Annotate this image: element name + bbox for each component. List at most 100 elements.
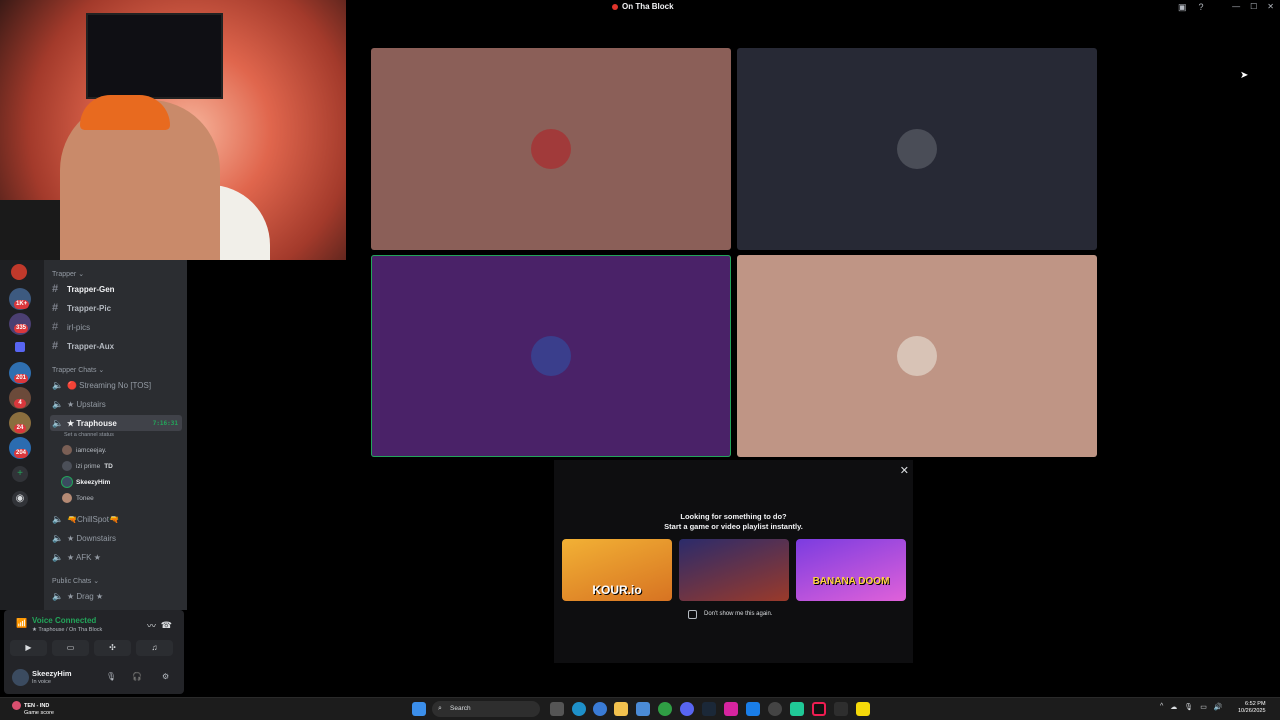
channel-label: Trapper-Gen	[67, 284, 115, 294]
app-icon[interactable]	[746, 702, 760, 716]
voice-user[interactable]: izi prime TD	[62, 459, 113, 473]
volume-icon[interactable]: 🔊	[1214, 703, 1223, 711]
voice-status[interactable]: Voice Connected	[32, 616, 96, 625]
voice-user[interactable]: iamceejay.	[62, 443, 107, 457]
close-window-button[interactable]: ✕	[1267, 2, 1274, 11]
category-label: Trapper Chats	[52, 367, 97, 374]
monitor-icon[interactable]: ▭	[1200, 703, 1207, 711]
game-card-banana-doom[interactable]: BANANA DOOM	[796, 539, 906, 601]
voice-tile[interactable]	[371, 48, 731, 250]
clock[interactable]: 6:52 PM 10/26/2025	[1238, 701, 1266, 715]
voice-user[interactable]: SkeezyHim	[62, 475, 110, 489]
settings-gear-icon[interactable]: ⚙	[162, 672, 169, 681]
channel-trapper-pic[interactable]: # Trapper-Pic	[50, 300, 182, 316]
folder-icon[interactable]	[15, 342, 25, 352]
speaker-icon: 🔈	[52, 379, 64, 390]
channel-trapper-aux[interactable]: # Trapper-Aux	[50, 338, 182, 354]
voice-tile[interactable]	[737, 48, 1097, 250]
chrome-icon[interactable]	[658, 702, 672, 716]
start-button-icon[interactable]	[412, 702, 426, 716]
user-name: iamceejay.	[76, 446, 107, 454]
avatar[interactable]	[12, 669, 29, 686]
channel-downstairs[interactable]: 🔈 ★ Downstairs	[50, 530, 182, 546]
voice-user[interactable]: Tonee	[62, 491, 94, 505]
noise-suppression-icon[interactable]: 〰	[147, 619, 156, 632]
category-trapper[interactable]: Trapper ⌄	[52, 270, 84, 278]
channel-trapper-gen[interactable]: # Trapper-Gen	[50, 281, 182, 297]
background-tv	[86, 13, 223, 99]
steam-icon[interactable]	[702, 702, 716, 716]
mic-tray-icon[interactable]: 🎙	[1184, 703, 1193, 711]
help-icon[interactable]: ?	[1199, 2, 1204, 13]
time: 6:52 PM	[1245, 701, 1266, 707]
signal-icon[interactable]: 📶	[16, 618, 27, 629]
server-badge: 4	[14, 399, 26, 408]
widgets-button[interactable]: TEN - IND Game score	[12, 701, 54, 717]
camera-button[interactable]: ▶	[10, 640, 47, 656]
minimize-button[interactable]: —	[1232, 2, 1240, 11]
app-icon[interactable]	[790, 702, 804, 716]
edge-icon[interactable]	[572, 702, 586, 716]
discover-icon[interactable]: ◉	[12, 491, 28, 507]
task-view-icon[interactable]	[550, 702, 564, 716]
server-badge: 1K+	[14, 300, 30, 309]
obs-icon[interactable]	[768, 702, 782, 716]
score-icon	[12, 701, 21, 710]
add-server-icon[interactable]: +	[12, 466, 28, 482]
avatar	[62, 445, 72, 455]
mouse-cursor-icon: ➤	[1240, 70, 1249, 81]
instagram-icon[interactable]	[724, 702, 738, 716]
channel-status[interactable]: Set a channel status	[64, 432, 114, 438]
close-icon[interactable]: ✕	[900, 464, 909, 477]
game-card-kour[interactable]: KOUR.io	[562, 539, 672, 601]
channel-streaming[interactable]: 🔈 🔴 Streaming No [TOS]	[50, 377, 182, 393]
dont-show-checkbox[interactable]	[688, 610, 697, 619]
chevron-up-icon[interactable]: ^	[1160, 703, 1163, 711]
user-tag: TD	[104, 462, 113, 470]
category-public-chats[interactable]: Public Chats ⌄	[52, 577, 99, 585]
channel-irl-pics[interactable]: # irl-pics	[50, 319, 182, 335]
sticky-notes-icon[interactable]	[856, 702, 870, 716]
disconnect-icon[interactable]: ☎	[161, 620, 172, 631]
server-badge: 201	[14, 374, 29, 383]
taskbar-search[interactable]: ⌕ Search	[432, 701, 540, 717]
channel-list: Trapper ⌄ # Trapper-Gen # Trapper-Pic # irl…	[44, 260, 187, 610]
channel-upstairs[interactable]: 🔈 ★ Upstairs	[50, 396, 182, 412]
channel-label: Trapper-Aux	[67, 341, 115, 351]
headset-icon[interactable]: 🎧	[132, 672, 142, 681]
voice-tile[interactable]	[737, 255, 1097, 457]
channel-chillspot[interactable]: 🔈 🔫ChillSpot🔫	[50, 511, 182, 527]
voice-location[interactable]: ★ Traphouse / On Tha Block	[32, 627, 102, 633]
game-card-second[interactable]	[679, 539, 789, 601]
user-name: SkeezyHim	[76, 478, 111, 486]
channel-label: ★ AFK ★	[67, 552, 101, 562]
maximize-button[interactable]: ☐	[1250, 2, 1257, 11]
channel-traphouse[interactable]: 🔈 ★ Traphouse 7:16:31	[50, 415, 182, 431]
category-trapper-chats[interactable]: Trapper Chats ⌄	[52, 366, 104, 374]
app-icon[interactable]	[834, 702, 848, 716]
inbox-icon[interactable]: ▣	[1178, 2, 1187, 13]
copilot-icon[interactable]	[593, 702, 607, 716]
server-badge: 204	[14, 449, 29, 458]
activities-button[interactable]: ✣	[94, 640, 131, 656]
tiktok-icon[interactable]	[812, 702, 826, 716]
avatar	[62, 461, 72, 471]
server-icon[interactable]	[11, 264, 27, 280]
network-icon[interactable]: ☁	[1170, 703, 1177, 711]
screenshare-button[interactable]: ▭	[52, 640, 89, 656]
speaker-icon: 🔈	[52, 532, 64, 543]
window-title: On Tha Block	[612, 2, 674, 11]
soundboard-button[interactable]: ♫	[136, 640, 173, 656]
file-explorer-icon[interactable]	[614, 702, 628, 716]
microphone-icon[interactable]: 🎙	[106, 672, 116, 681]
server-badge: 24	[14, 424, 26, 433]
user-status: In voice	[32, 679, 51, 685]
channel-drag[interactable]: 🔈 ★ Drag ★	[50, 588, 182, 604]
channel-afk[interactable]: 🔈 ★ AFK ★	[50, 549, 182, 565]
discord-icon[interactable]	[680, 702, 694, 716]
system-tray: ^ ☁ 🎙 ▭ 🔊	[1160, 703, 1223, 711]
store-icon[interactable]	[636, 702, 650, 716]
window-title-text: On Tha Block	[622, 2, 674, 11]
streamer-cap	[80, 95, 170, 130]
voice-tile-speaking[interactable]	[371, 255, 731, 457]
